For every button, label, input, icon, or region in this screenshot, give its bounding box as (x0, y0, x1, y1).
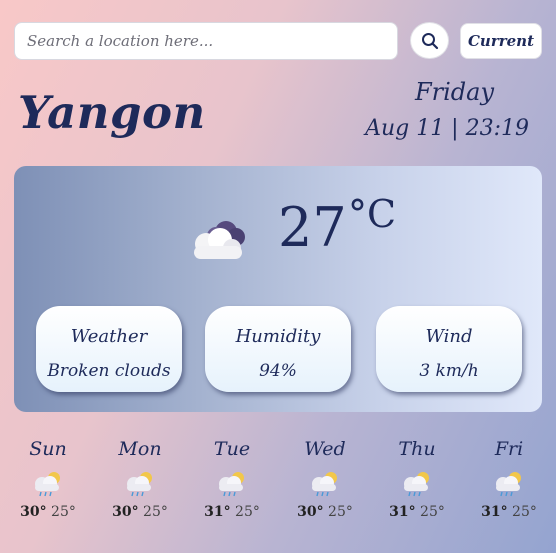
humidity-card-value: 94% (259, 361, 297, 381)
search-input[interactable] (14, 22, 398, 60)
wind-card-value: 3 km/h (419, 361, 479, 381)
forecast-day-name: Mon (118, 438, 162, 460)
forecast-temps: 30° 25° (100, 504, 180, 520)
weather-card-value: Broken clouds (47, 361, 171, 381)
forecast-day-name: Wed (304, 438, 346, 460)
forecast-day-name: Sun (29, 438, 67, 460)
current-location-button[interactable]: Current (460, 23, 542, 59)
wind-card-title: Wind (425, 326, 473, 347)
forecast-day: Wed 30° 25° (285, 438, 365, 520)
rain-sun-icon (496, 472, 521, 497)
humidity-card: Humidity 94% (205, 306, 351, 392)
forecast-max: 31° (389, 504, 416, 520)
forecast-day: Sun 30° 25° (8, 438, 88, 520)
forecast-min: 25° (235, 504, 260, 520)
forecast-max: 31° (481, 504, 508, 520)
forecast-day-name: Tue (213, 438, 251, 460)
forecast-temps: 31° 25° (377, 504, 457, 520)
forecast-row: Sun 30° 25° Mon 30° 25° Tue 31° 25° Wed … (0, 438, 556, 538)
forecast-min: 25° (143, 504, 168, 520)
forecast-temps: 30° 25° (8, 504, 88, 520)
forecast-max: 30° (112, 504, 139, 520)
search-bar: Current (14, 21, 542, 60)
temperature-value: 27 (278, 196, 347, 259)
forecast-temps: 31° 25° (469, 504, 549, 520)
wind-card: Wind 3 km/h (376, 306, 522, 392)
current-weather-panel: 27 °C Weather Broken clouds Humidity 94%… (14, 166, 542, 412)
rain-sun-icon (127, 472, 152, 497)
rain-sun-icon (404, 472, 429, 497)
search-button[interactable] (410, 22, 449, 59)
forecast-temps: 31° 25° (192, 504, 272, 520)
rain-sun-icon (312, 472, 337, 497)
humidity-card-title: Humidity (235, 326, 321, 347)
forecast-day: Tue 31° 25° (192, 438, 272, 520)
forecast-day-name: Fri (494, 438, 524, 460)
cloud-icon (194, 221, 245, 259)
search-icon (421, 32, 438, 49)
forecast-day: Mon 30° 25° (100, 438, 180, 520)
forecast-day: Fri 31° 25° (469, 438, 549, 520)
forecast-max: 31° (204, 504, 231, 520)
forecast-max: 30° (20, 504, 47, 520)
date-time: Aug 11 | 23:19 (365, 116, 529, 141)
forecast-temps: 30° 25° (285, 504, 365, 520)
weather-card-title: Weather (70, 326, 148, 347)
temperature-unit: °C (348, 192, 397, 236)
rain-sun-icon (35, 472, 60, 497)
day-label: Friday (414, 78, 494, 106)
forecast-min: 25° (512, 504, 537, 520)
weather-card: Weather Broken clouds (36, 306, 182, 392)
rain-sun-icon (219, 472, 244, 497)
forecast-min: 25° (328, 504, 353, 520)
forecast-min: 25° (51, 504, 76, 520)
forecast-max: 30° (297, 504, 324, 520)
city-name: Yangon (18, 86, 206, 139)
forecast-min: 25° (420, 504, 445, 520)
forecast-day-name: Thu (398, 438, 436, 460)
forecast-day: Thu 31° 25° (377, 438, 457, 520)
